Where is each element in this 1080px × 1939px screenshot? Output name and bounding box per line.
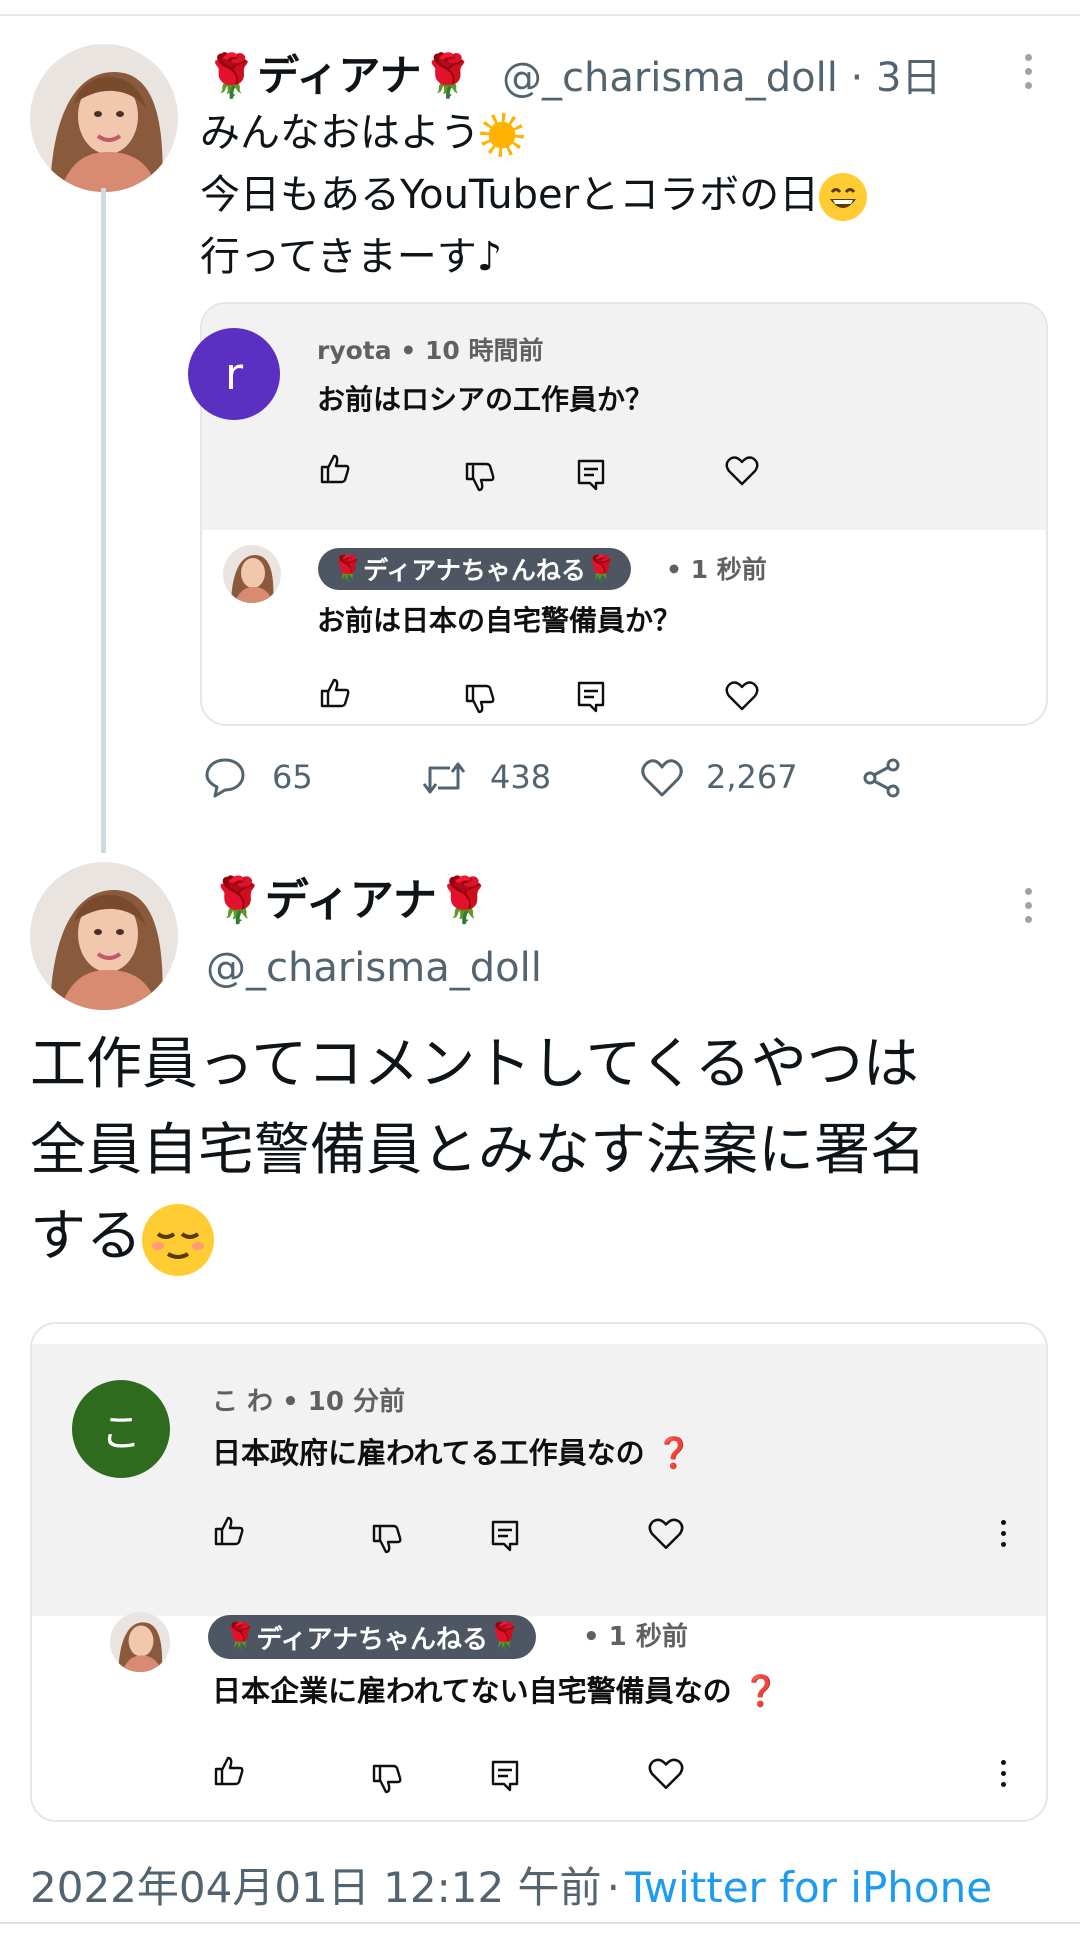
- heart-icon[interactable]: [725, 455, 759, 487]
- separator-dot: ·: [850, 55, 864, 101]
- comment-text: お前はロシアの工作員か？: [317, 383, 654, 416]
- rose-emoji-icon: 🌹: [332, 554, 364, 583]
- avatar-photo-icon: [30, 862, 178, 1010]
- tweet-line: みんなおはよう: [200, 102, 867, 164]
- grinning-emoji-icon: [819, 173, 868, 221]
- commenter-avatar[interactable]: こ: [72, 1380, 170, 1478]
- user-avatar[interactable]: [30, 862, 178, 1010]
- channel-badge[interactable]: 🌹 ディアナちゃんねる 🌹: [208, 1615, 537, 1659]
- display-name[interactable]: 🌹ディアナ🌹: [210, 870, 492, 932]
- reply-icon[interactable]: [490, 1519, 520, 1553]
- thumbs-down-icon[interactable]: [463, 682, 497, 716]
- sun-emoji-icon: [480, 113, 524, 157]
- comment-meta: ryota • 10 時間前: [317, 336, 544, 365]
- thumbs-down-icon[interactable]: [370, 1762, 404, 1796]
- user-handle[interactable]: @_charisma_doll: [206, 940, 542, 996]
- comment-author: ryota: [317, 336, 392, 365]
- reply-text: 日本企業に雇われてない自宅警備員なの ❓: [212, 1674, 780, 1709]
- tweet-body: 工作員ってコメントしてくるやつは 全員自宅警備員とみなす法案に署名 する: [30, 1022, 926, 1280]
- avatar-photo-icon: [30, 44, 178, 192]
- user-handle[interactable]: @_charisma_doll · 3日: [502, 48, 941, 108]
- channel-avatar[interactable]: [110, 1612, 170, 1672]
- retweet-count: 438: [490, 758, 552, 796]
- tweet-line: する: [30, 1194, 926, 1280]
- red-question-mark-icon: ❓: [644, 1436, 693, 1471]
- handle-text: @_charisma_doll: [502, 55, 838, 101]
- top-divider: [0, 14, 1080, 16]
- tweet-source-link[interactable]: Twitter for iPhone: [625, 1863, 992, 1912]
- thumbs-up-icon[interactable]: [318, 676, 352, 710]
- comment-time: 10 分前: [307, 1387, 406, 1417]
- tweet-line: 全員自宅警備員とみなす法案に署名: [30, 1118, 926, 1183]
- channel-avatar[interactable]: [223, 545, 281, 603]
- tweet-body: みんなおはよう 今日もあるYouTuberとコラボの日 行ってきまーす♪: [200, 102, 868, 288]
- comment-time: 10 時間前: [425, 336, 544, 365]
- rose-emoji-icon: 🌹: [488, 1622, 521, 1652]
- reply-text: お前は日本の自宅警備員か？: [317, 604, 682, 637]
- reply-bubble-icon[interactable]: [204, 756, 246, 798]
- tweet-line: 今日もあるYouTuberとコラボの日: [200, 164, 868, 226]
- like-heart-icon[interactable]: [640, 758, 684, 798]
- thread-connector-line: [101, 188, 106, 853]
- reply-count: 65: [272, 758, 313, 796]
- bottom-divider: [0, 1922, 1080, 1924]
- retweet-icon[interactable]: [420, 758, 468, 798]
- commenter-avatar[interactable]: r: [188, 328, 280, 420]
- reply-time: • 1 秒前: [583, 1622, 688, 1652]
- reply-icon[interactable]: [576, 458, 606, 492]
- comment-meta: こ わ • 10 分前: [212, 1387, 406, 1417]
- share-icon[interactable]: [860, 756, 904, 800]
- thumbs-up-icon[interactable]: [212, 1514, 246, 1548]
- rose-emoji-icon: 🌹: [436, 875, 492, 926]
- thumbs-down-icon[interactable]: [463, 460, 497, 494]
- tweet-timestamp[interactable]: 2022年04月01日 12:12 午前: [30, 1863, 602, 1912]
- channel-badge[interactable]: 🌹 ディアナちゃんねる 🌹: [318, 548, 632, 590]
- display-name-text: ディアナ: [264, 875, 437, 926]
- thumbs-down-icon[interactable]: [370, 1522, 404, 1556]
- rose-emoji-icon: 🌹: [421, 51, 474, 100]
- reply-icon[interactable]: [576, 680, 606, 714]
- thumbs-up-icon[interactable]: [212, 1754, 246, 1788]
- more-options-icon[interactable]: [1022, 888, 1034, 923]
- footer-separator: ·: [606, 1863, 620, 1912]
- reply-time: • 1 秒前: [666, 555, 767, 584]
- display-name[interactable]: 🌹ディアナ🌹: [205, 46, 474, 106]
- heart-icon[interactable]: [648, 1517, 684, 1551]
- comment-text: 日本政府に雇われてる工作員なの ❓: [212, 1436, 693, 1471]
- rose-emoji-icon: 🌹: [585, 554, 618, 583]
- user-avatar[interactable]: [30, 44, 178, 192]
- rose-emoji-icon: 🌹: [224, 1622, 257, 1652]
- heart-icon[interactable]: [725, 680, 759, 712]
- relieved-emoji-icon: [142, 1203, 214, 1276]
- more-options-icon[interactable]: [1022, 54, 1034, 89]
- comment-author: こ わ: [212, 1387, 274, 1417]
- comment-section: [32, 1344, 1046, 1616]
- tweet-footer: 2022年04月01日 12:12 午前 · Twitter for iPhon…: [30, 1854, 992, 1915]
- reply-icon[interactable]: [490, 1759, 520, 1793]
- rose-emoji-icon: 🌹: [205, 51, 258, 100]
- comment-more-icon[interactable]: [999, 1520, 1007, 1547]
- reply-more-icon[interactable]: [999, 1760, 1007, 1787]
- thumbs-up-icon[interactable]: [318, 452, 352, 486]
- tweet-line: 工作員ってコメントしてくるやつは: [30, 1032, 919, 1097]
- like-count: 2,267: [706, 758, 798, 796]
- display-name-text: ディアナ: [257, 51, 422, 100]
- embedded-comment-card[interactable]: [30, 1322, 1048, 1822]
- heart-icon[interactable]: [648, 1757, 684, 1791]
- tweet-line: 行ってきまーす♪: [200, 234, 503, 280]
- rose-emoji-icon: 🌹: [210, 875, 265, 926]
- red-question-mark-icon: ❓: [731, 1674, 780, 1709]
- tweet-time: 3日: [875, 55, 942, 101]
